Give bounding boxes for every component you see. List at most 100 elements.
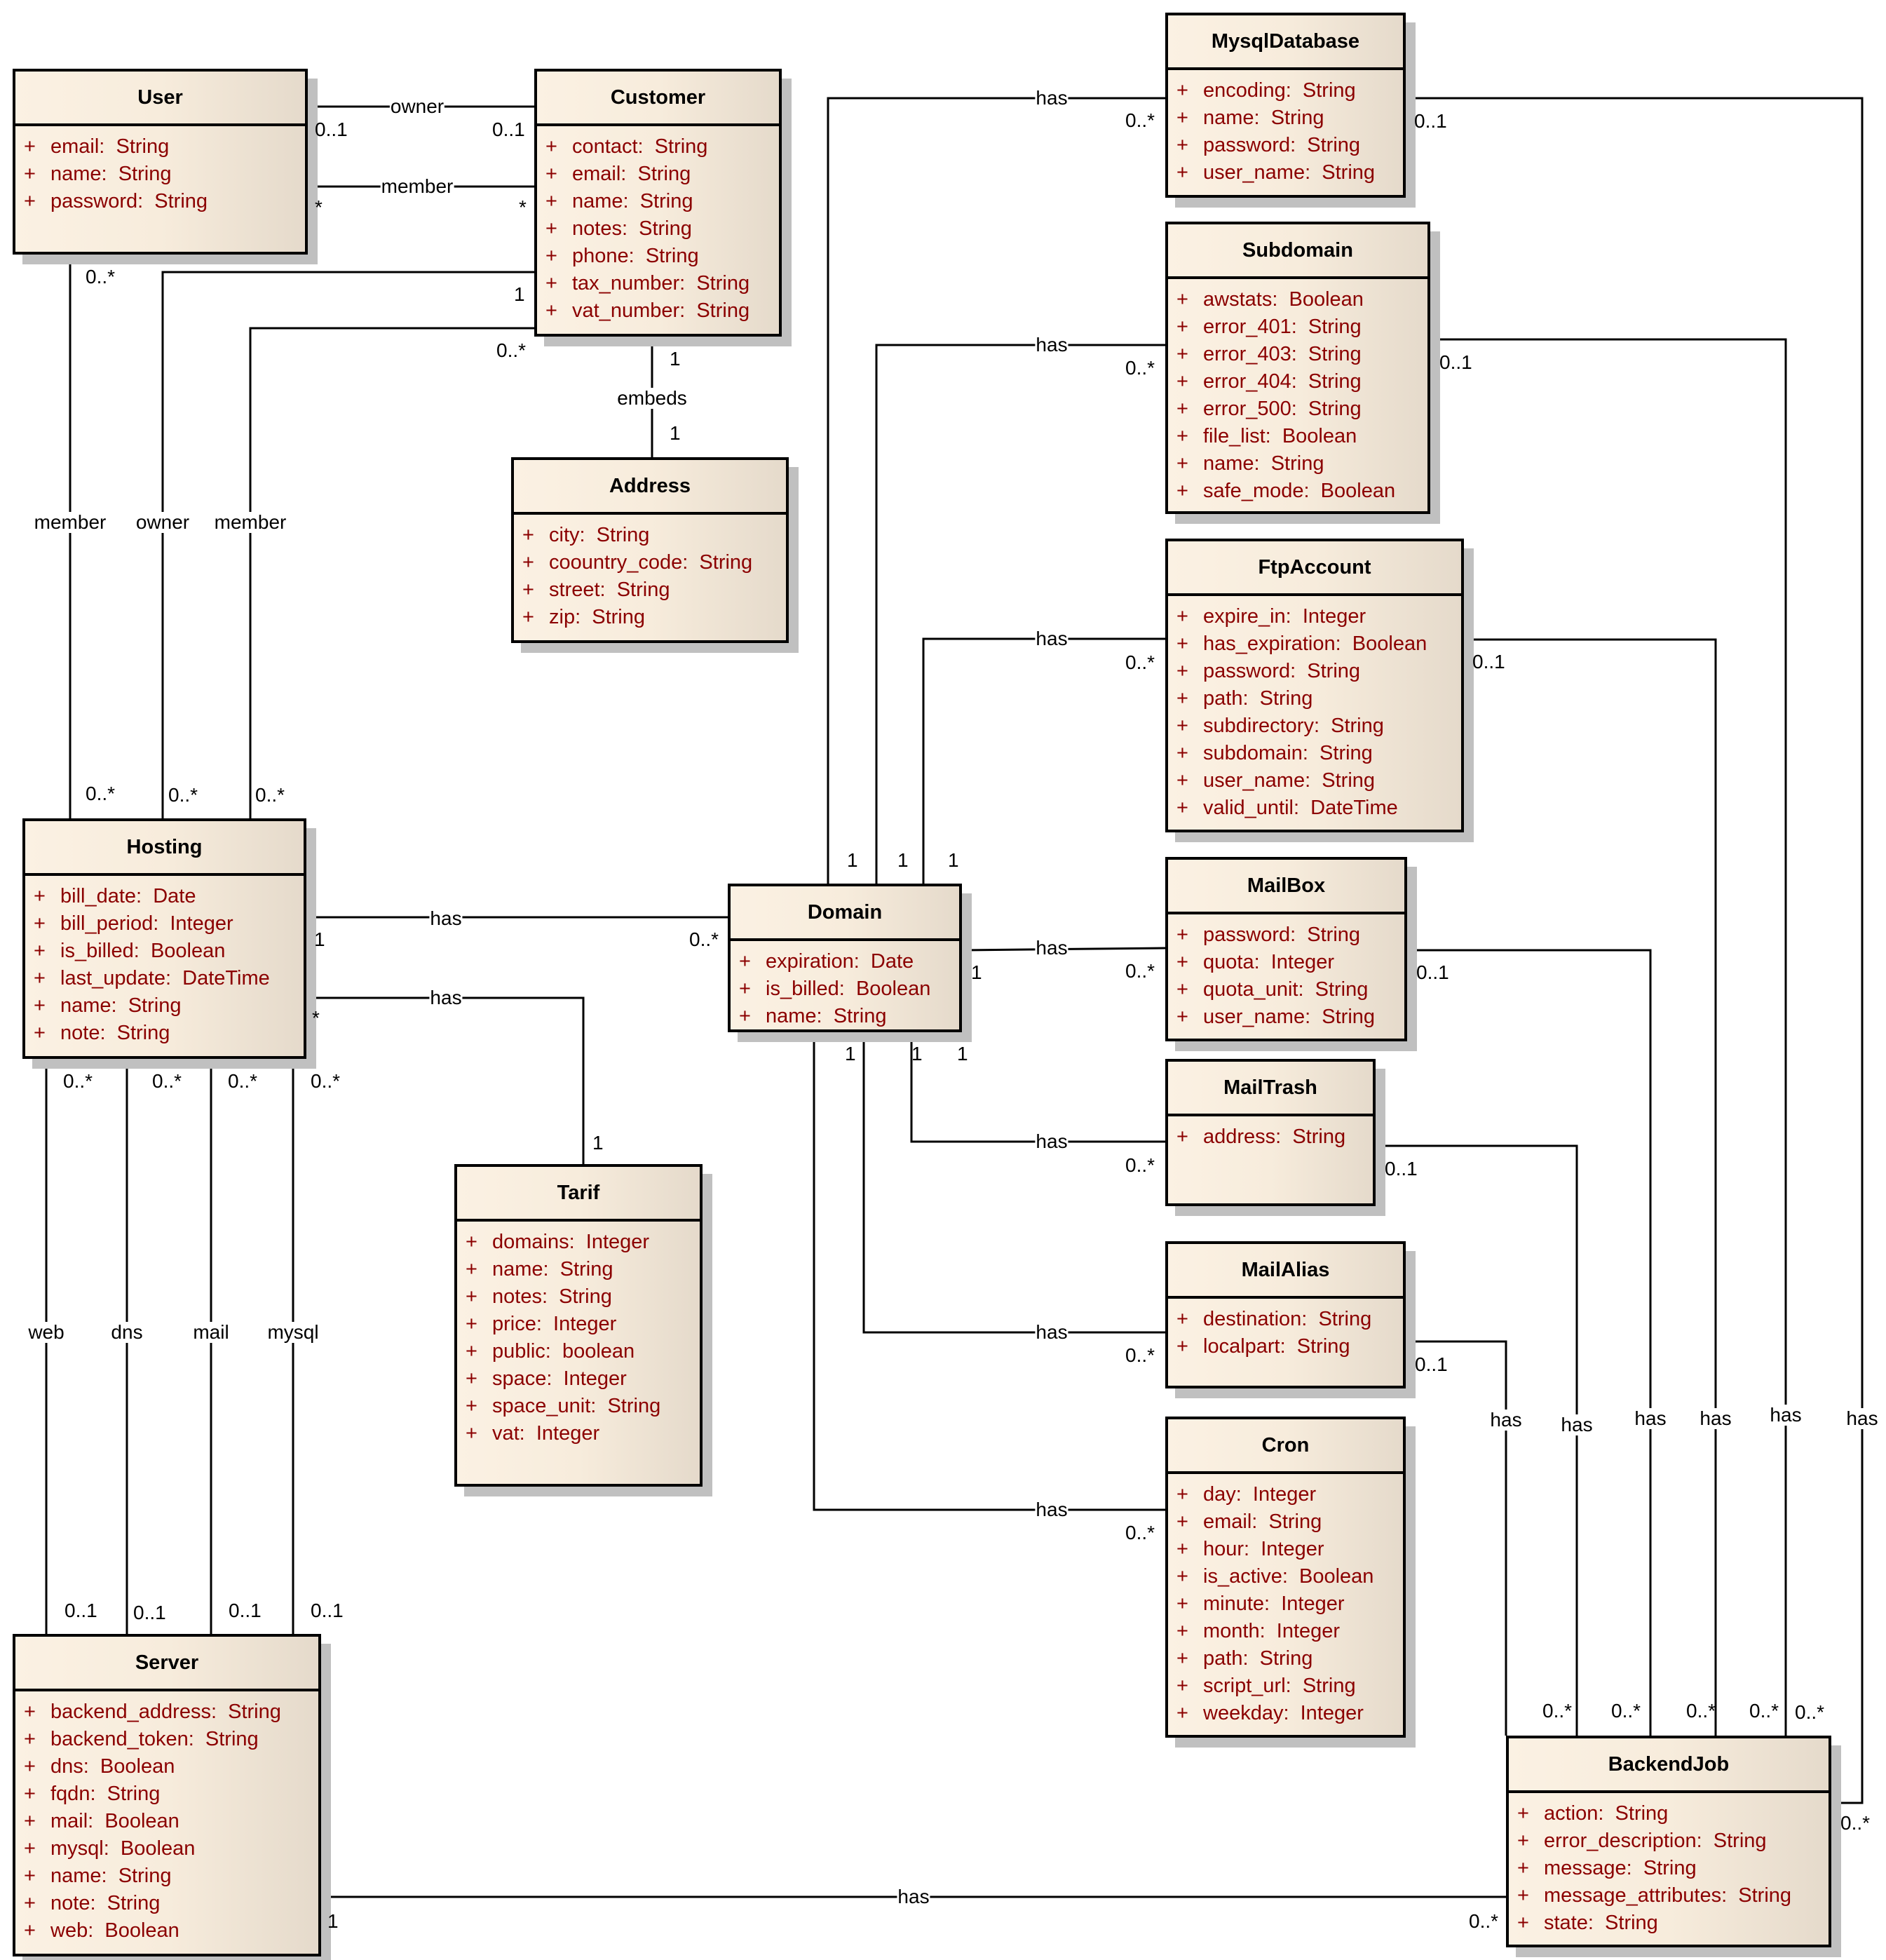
association-line-hosting-tarif[interactable] [306, 996, 585, 1164]
attribute-row: + contact: String [537, 133, 779, 161]
association-line-customer-hosting[interactable] [249, 327, 534, 818]
class-domain[interactable]: Domain + expiration: Date + is_billed: Boole… [728, 884, 962, 1032]
attribute-text: weekday: Integer [1203, 1702, 1364, 1724]
class-address[interactable]: Address + city: String + coountry_code: Stri… [511, 457, 789, 643]
multiplicity-source: 1 [971, 961, 982, 983]
visibility-public-icon: + [1176, 79, 1188, 102]
multiplicity-target: 0..* [1749, 1700, 1779, 1722]
visibility-public-icon: + [1517, 1912, 1529, 1934]
attribute-row: + awstats: Boolean [1168, 286, 1427, 313]
association-line-mailalias-backendjob[interactable] [1406, 1340, 1507, 1736]
visibility-public-icon: + [1176, 370, 1188, 393]
multiplicity-source: 0..* [311, 1070, 341, 1092]
attribute-text: phone: String [572, 245, 699, 267]
visibility-public-icon: + [34, 912, 46, 935]
visibility-public-icon: + [1176, 715, 1188, 737]
association-line-ftpaccount-backendjob[interactable] [1464, 638, 1717, 1736]
class-hosting[interactable]: Hosting + bill_date: Date + bill_period: Int… [22, 818, 306, 1059]
association-line-domain-cron[interactable] [813, 1032, 1165, 1511]
attribute-text: web: Boolean [50, 1919, 179, 1942]
multiplicity-target: 1 [670, 422, 681, 444]
attribute-row: + day: Integer [1168, 1481, 1403, 1508]
attribute-text: zip: String [549, 606, 645, 628]
multiplicity-target: 0..* [1840, 1812, 1871, 1834]
attribute-text: bill_date: Date [60, 885, 196, 907]
class-server[interactable]: Server + backend_address: String + backend_t… [13, 1634, 321, 1956]
multiplicity-source: 1 [948, 849, 959, 871]
class-name: Domain [731, 886, 959, 941]
multiplicity-source: 0..1 [1414, 110, 1447, 132]
visibility-public-icon: + [466, 1313, 477, 1335]
class-name: Server [15, 1637, 318, 1691]
attribute-row: + email: String [15, 133, 305, 161]
multiplicity-source: 1 [957, 1043, 968, 1065]
visibility-public-icon: + [1176, 480, 1188, 502]
association-line-customer-hosting[interactable] [161, 271, 534, 818]
attribute-list: + password: String + quota: Integer + quota_u… [1168, 914, 1404, 1031]
class-user[interactable]: User + email: String + name: String + password… [13, 69, 308, 255]
attribute-row: + month: Integer [1168, 1618, 1403, 1645]
attribute-text: is_active: Boolean [1203, 1565, 1374, 1588]
class-ftpaccount[interactable]: FtpAccount + expire_in: Integer + has_expira… [1165, 539, 1464, 832]
attribute-text: message_attributes: String [1544, 1884, 1792, 1907]
attribute-row: + encoding: String [1168, 77, 1403, 104]
attribute-text: public: boolean [492, 1340, 635, 1363]
attribute-row: + vat: Integer [457, 1420, 700, 1447]
attribute-row: + bill_date: Date [25, 883, 304, 910]
class-mailalias[interactable]: MailAlias + destination: String + localpart:… [1165, 1241, 1406, 1388]
attribute-text: error_404: String [1203, 370, 1362, 393]
visibility-public-icon: + [522, 524, 534, 546]
attribute-text: name: String [572, 190, 693, 212]
multiplicity-target: 0..* [1125, 1344, 1155, 1366]
class-mailtrash[interactable]: MailTrash + address: String [1165, 1059, 1376, 1206]
association-label: dns [110, 1321, 144, 1343]
class-tarif[interactable]: Tarif + domains: Integer + name: String + note… [454, 1164, 703, 1487]
attribute-row: + destination: String [1168, 1306, 1403, 1333]
attribute-text: quota_unit: String [1203, 978, 1369, 1001]
association-line-domain-mysqldatabase[interactable] [827, 97, 1165, 884]
association-line-mailbox-backendjob[interactable] [1407, 949, 1652, 1736]
class-customer[interactable]: Customer + contact: String + email: String + n… [534, 69, 782, 337]
attribute-text: is_billed: Boolean [60, 940, 226, 962]
attribute-text: password: String [1203, 924, 1361, 946]
class-name: BackendJob [1509, 1738, 1829, 1793]
association-line-subdomain-backendjob[interactable] [1430, 338, 1787, 1736]
visibility-public-icon: + [24, 1755, 36, 1778]
association-line-domain-mailtrash[interactable] [910, 1032, 1165, 1143]
association-label: web [27, 1321, 65, 1343]
visibility-public-icon: + [1517, 1884, 1529, 1907]
association-line-domain-ftpaccount[interactable] [922, 637, 1165, 884]
visibility-public-icon: + [1176, 288, 1188, 311]
attribute-row: + name: String [1168, 104, 1403, 132]
visibility-public-icon: + [1176, 924, 1188, 946]
attribute-text: subdirectory: String [1203, 715, 1384, 737]
visibility-public-icon: + [466, 1231, 477, 1253]
attribute-text: day: Integer [1203, 1483, 1317, 1506]
multiplicity-source: 1 [847, 849, 858, 871]
association-line-domain-mailalias[interactable] [862, 1032, 1165, 1334]
attribute-text: domains: Integer [492, 1231, 650, 1253]
attribute-list: + destination: String + localpart: String [1168, 1299, 1403, 1360]
class-cron[interactable]: Cron + day: Integer + email: String + hour: In… [1165, 1417, 1406, 1738]
attribute-text: encoding: String [1203, 79, 1356, 102]
visibility-public-icon: + [1176, 633, 1188, 655]
attribute-text: expire_in: Integer [1203, 605, 1366, 628]
multiplicity-target: 0..* [1686, 1700, 1716, 1722]
visibility-public-icon: + [466, 1340, 477, 1363]
association-line-mailtrash-backendjob[interactable] [1376, 1144, 1578, 1736]
attribute-text: month: Integer [1203, 1620, 1341, 1642]
attribute-row: + zip: String [514, 604, 786, 631]
association-line-domain-subdomain[interactable] [875, 344, 1165, 884]
class-mysqldatabase[interactable]: MysqlDatabase + encoding: String + name: Str… [1165, 13, 1406, 198]
visibility-public-icon: + [739, 1005, 751, 1027]
attribute-text: safe_mode: Boolean [1203, 480, 1396, 502]
class-mailbox[interactable]: MailBox + password: String + quota: Integer +… [1165, 857, 1407, 1041]
class-subdomain[interactable]: Subdomain + awstats: Boolean + error_401: St… [1165, 222, 1430, 514]
class-backendjob[interactable]: BackendJob + action: String + error_descript… [1506, 1736, 1831, 1947]
attribute-row: + error_404: String [1168, 368, 1427, 396]
attribute-text: name: String [1203, 107, 1324, 129]
attribute-row: + file_list: Boolean [1168, 423, 1427, 450]
attribute-row: + is_billed: Boolean [25, 938, 304, 965]
attribute-row: + name: String [15, 1863, 318, 1890]
multiplicity-source: 0..* [152, 1070, 182, 1092]
